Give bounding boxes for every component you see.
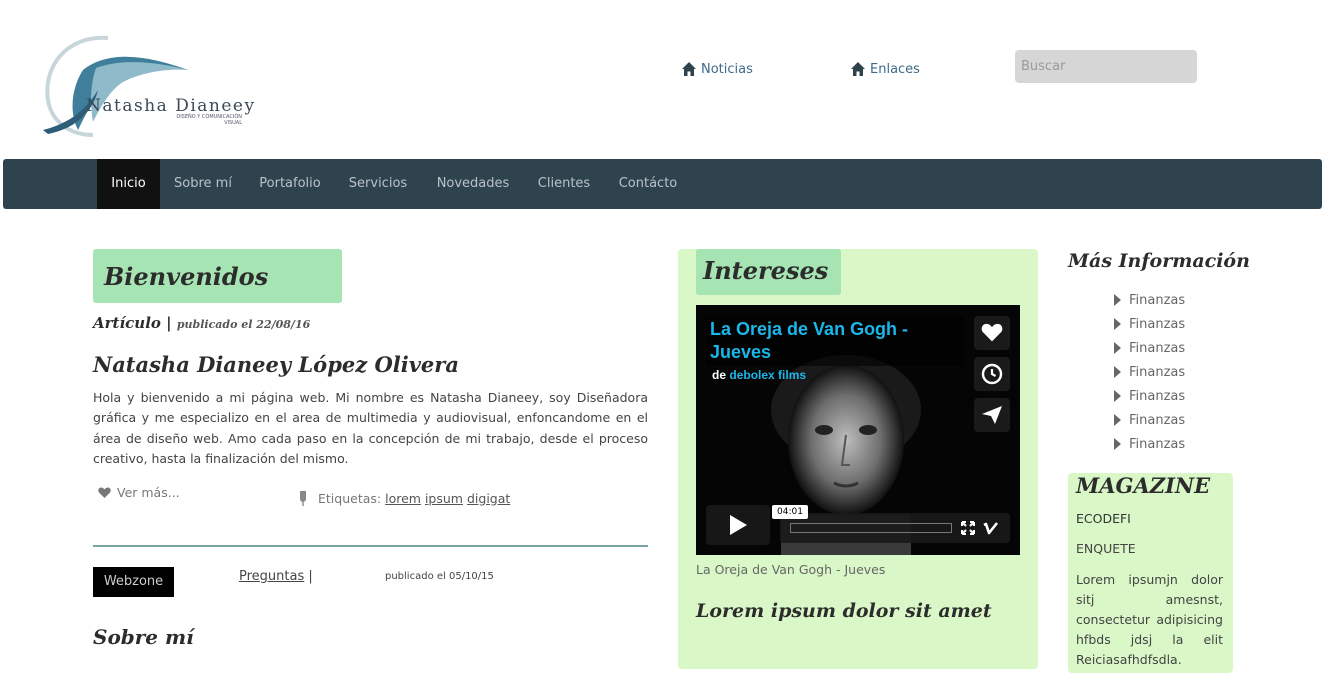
list-item-label: Finanzas bbox=[1129, 364, 1186, 380]
video-caption: La Oreja de Van Gogh - Jueves bbox=[696, 562, 886, 577]
post-meta: Artículo | publicado el 22/08/16 bbox=[93, 314, 310, 332]
video-author[interactable]: debolex films bbox=[729, 368, 806, 382]
nav-item-clientes[interactable]: Clientes bbox=[531, 159, 597, 209]
watch-later-button[interactable] bbox=[974, 357, 1010, 391]
nav-item-inicio[interactable]: Inicio bbox=[97, 159, 160, 209]
caret-right-icon bbox=[1114, 390, 1121, 402]
list-item[interactable]: Finanzas bbox=[1114, 408, 1185, 432]
nav-item-portafolio[interactable]: Portafolio bbox=[252, 159, 328, 209]
tags-label: Etiquetas: bbox=[318, 490, 382, 506]
list-item-label: Finanzas bbox=[1129, 292, 1186, 308]
next-section-heading: Sobre mí bbox=[93, 625, 194, 649]
search-input[interactable] bbox=[1015, 50, 1197, 83]
list-item[interactable]: Finanzas bbox=[1114, 336, 1185, 360]
fullscreen-icon[interactable] bbox=[961, 521, 975, 535]
caret-right-icon bbox=[1114, 366, 1121, 378]
welcome-title: Bienvenidos bbox=[104, 262, 269, 291]
list-item[interactable]: Finanzas bbox=[1114, 360, 1185, 384]
tag-digigat[interactable]: digigat bbox=[467, 491, 510, 506]
preguntas-link[interactable]: Preguntas bbox=[239, 569, 304, 584]
list-item-label: Finanzas bbox=[1129, 316, 1186, 332]
magazine-text: Lorem ipsumjn dolor sitj amesnst, consec… bbox=[1076, 572, 1223, 667]
post-tags: Etiquetas: lorem ipsum digigat bbox=[298, 490, 514, 506]
noticias-link[interactable]: Noticias bbox=[681, 61, 753, 77]
post-divider bbox=[93, 545, 648, 547]
caret-right-icon bbox=[1114, 342, 1121, 354]
like-button[interactable] bbox=[974, 316, 1010, 350]
list-item[interactable]: Finanzas bbox=[1114, 288, 1185, 312]
tag-ipsum[interactable]: ipsum bbox=[425, 491, 463, 506]
interests-title: Intereses bbox=[703, 256, 829, 285]
lorem-heading: Lorem ipsum dolor sit amet bbox=[696, 600, 992, 622]
home-icon bbox=[851, 62, 865, 76]
read-more-label: Ver más... bbox=[117, 485, 180, 500]
more-info-title: Más Información bbox=[1068, 250, 1250, 272]
magazine-line2: ENQUETE bbox=[1076, 541, 1136, 556]
share-button[interactable] bbox=[974, 398, 1010, 432]
meta-separator: | bbox=[166, 314, 172, 332]
video-time: 04:01 bbox=[772, 505, 808, 519]
post-date: publicado el 22/08/16 bbox=[176, 318, 311, 331]
post2-category: Preguntas | bbox=[239, 569, 313, 584]
enlaces-label: Enlaces bbox=[870, 61, 920, 77]
send-icon bbox=[982, 406, 1002, 424]
category-badge[interactable]: Webzone bbox=[93, 567, 174, 597]
heart-icon bbox=[98, 487, 111, 498]
list-item-label: Finanzas bbox=[1129, 388, 1186, 404]
clock-icon bbox=[981, 363, 1003, 385]
nav-item-novedades[interactable]: Novedades bbox=[429, 159, 517, 209]
logo-tagline: DISEÑO Y COMUNICACIÓN VISUAL bbox=[176, 114, 242, 126]
read-more-link[interactable]: Ver más... bbox=[98, 485, 180, 500]
heart-icon bbox=[981, 323, 1003, 342]
post2-separator: | bbox=[308, 569, 313, 584]
list-item-label: Finanzas bbox=[1129, 340, 1186, 356]
video-by-prefix: de bbox=[712, 368, 727, 382]
post-type: Artículo bbox=[93, 314, 161, 332]
nav-item-contacto[interactable]: Contácto bbox=[610, 159, 686, 209]
nav-item-servicios[interactable]: Servicios bbox=[342, 159, 414, 209]
magazine-title: MAGAZINE bbox=[1076, 473, 1211, 498]
play-icon bbox=[730, 515, 747, 535]
list-item[interactable]: Finanzas bbox=[1114, 384, 1185, 408]
enlaces-link[interactable]: Enlaces bbox=[850, 61, 920, 77]
caret-right-icon bbox=[1114, 318, 1121, 330]
main-nav: Inicio Sobre mí Portafolio Servicios Nov… bbox=[3, 159, 1322, 209]
home-icon bbox=[682, 62, 696, 76]
logo-name: Natasha Dianeey bbox=[86, 96, 256, 116]
vimeo-icon[interactable] bbox=[983, 521, 999, 535]
caret-right-icon bbox=[1114, 294, 1121, 306]
list-item-label: Finanzas bbox=[1129, 436, 1186, 452]
post-heading: Natasha Dianeey López Olivera bbox=[93, 352, 459, 377]
progress-track[interactable] bbox=[790, 523, 952, 533]
pin-icon bbox=[300, 491, 306, 506]
video-byline: de debolex films bbox=[712, 368, 806, 382]
magazine-line1: ECODEFI bbox=[1076, 511, 1131, 526]
list-item[interactable]: Finanzas bbox=[1114, 432, 1185, 456]
play-button[interactable] bbox=[706, 505, 770, 545]
post-paragraph: Hola y bienvenido a mi página web. Mi no… bbox=[93, 390, 648, 466]
list-item[interactable]: Finanzas bbox=[1114, 312, 1185, 336]
video-title[interactable]: La Oreja de Van Gogh - Jueves bbox=[710, 318, 965, 364]
more-info-list: Finanzas Finanzas Finanzas Finanzas Fina… bbox=[1114, 288, 1185, 456]
list-item-label: Finanzas bbox=[1129, 412, 1186, 428]
caret-right-icon bbox=[1114, 438, 1121, 450]
nav-item-sobre-mi[interactable]: Sobre mí bbox=[167, 159, 239, 209]
caret-right-icon bbox=[1114, 414, 1121, 426]
post2-date: publicado el 05/10/15 bbox=[385, 571, 494, 582]
tag-lorem[interactable]: lorem bbox=[385, 491, 421, 506]
noticias-label: Noticias bbox=[701, 61, 753, 77]
